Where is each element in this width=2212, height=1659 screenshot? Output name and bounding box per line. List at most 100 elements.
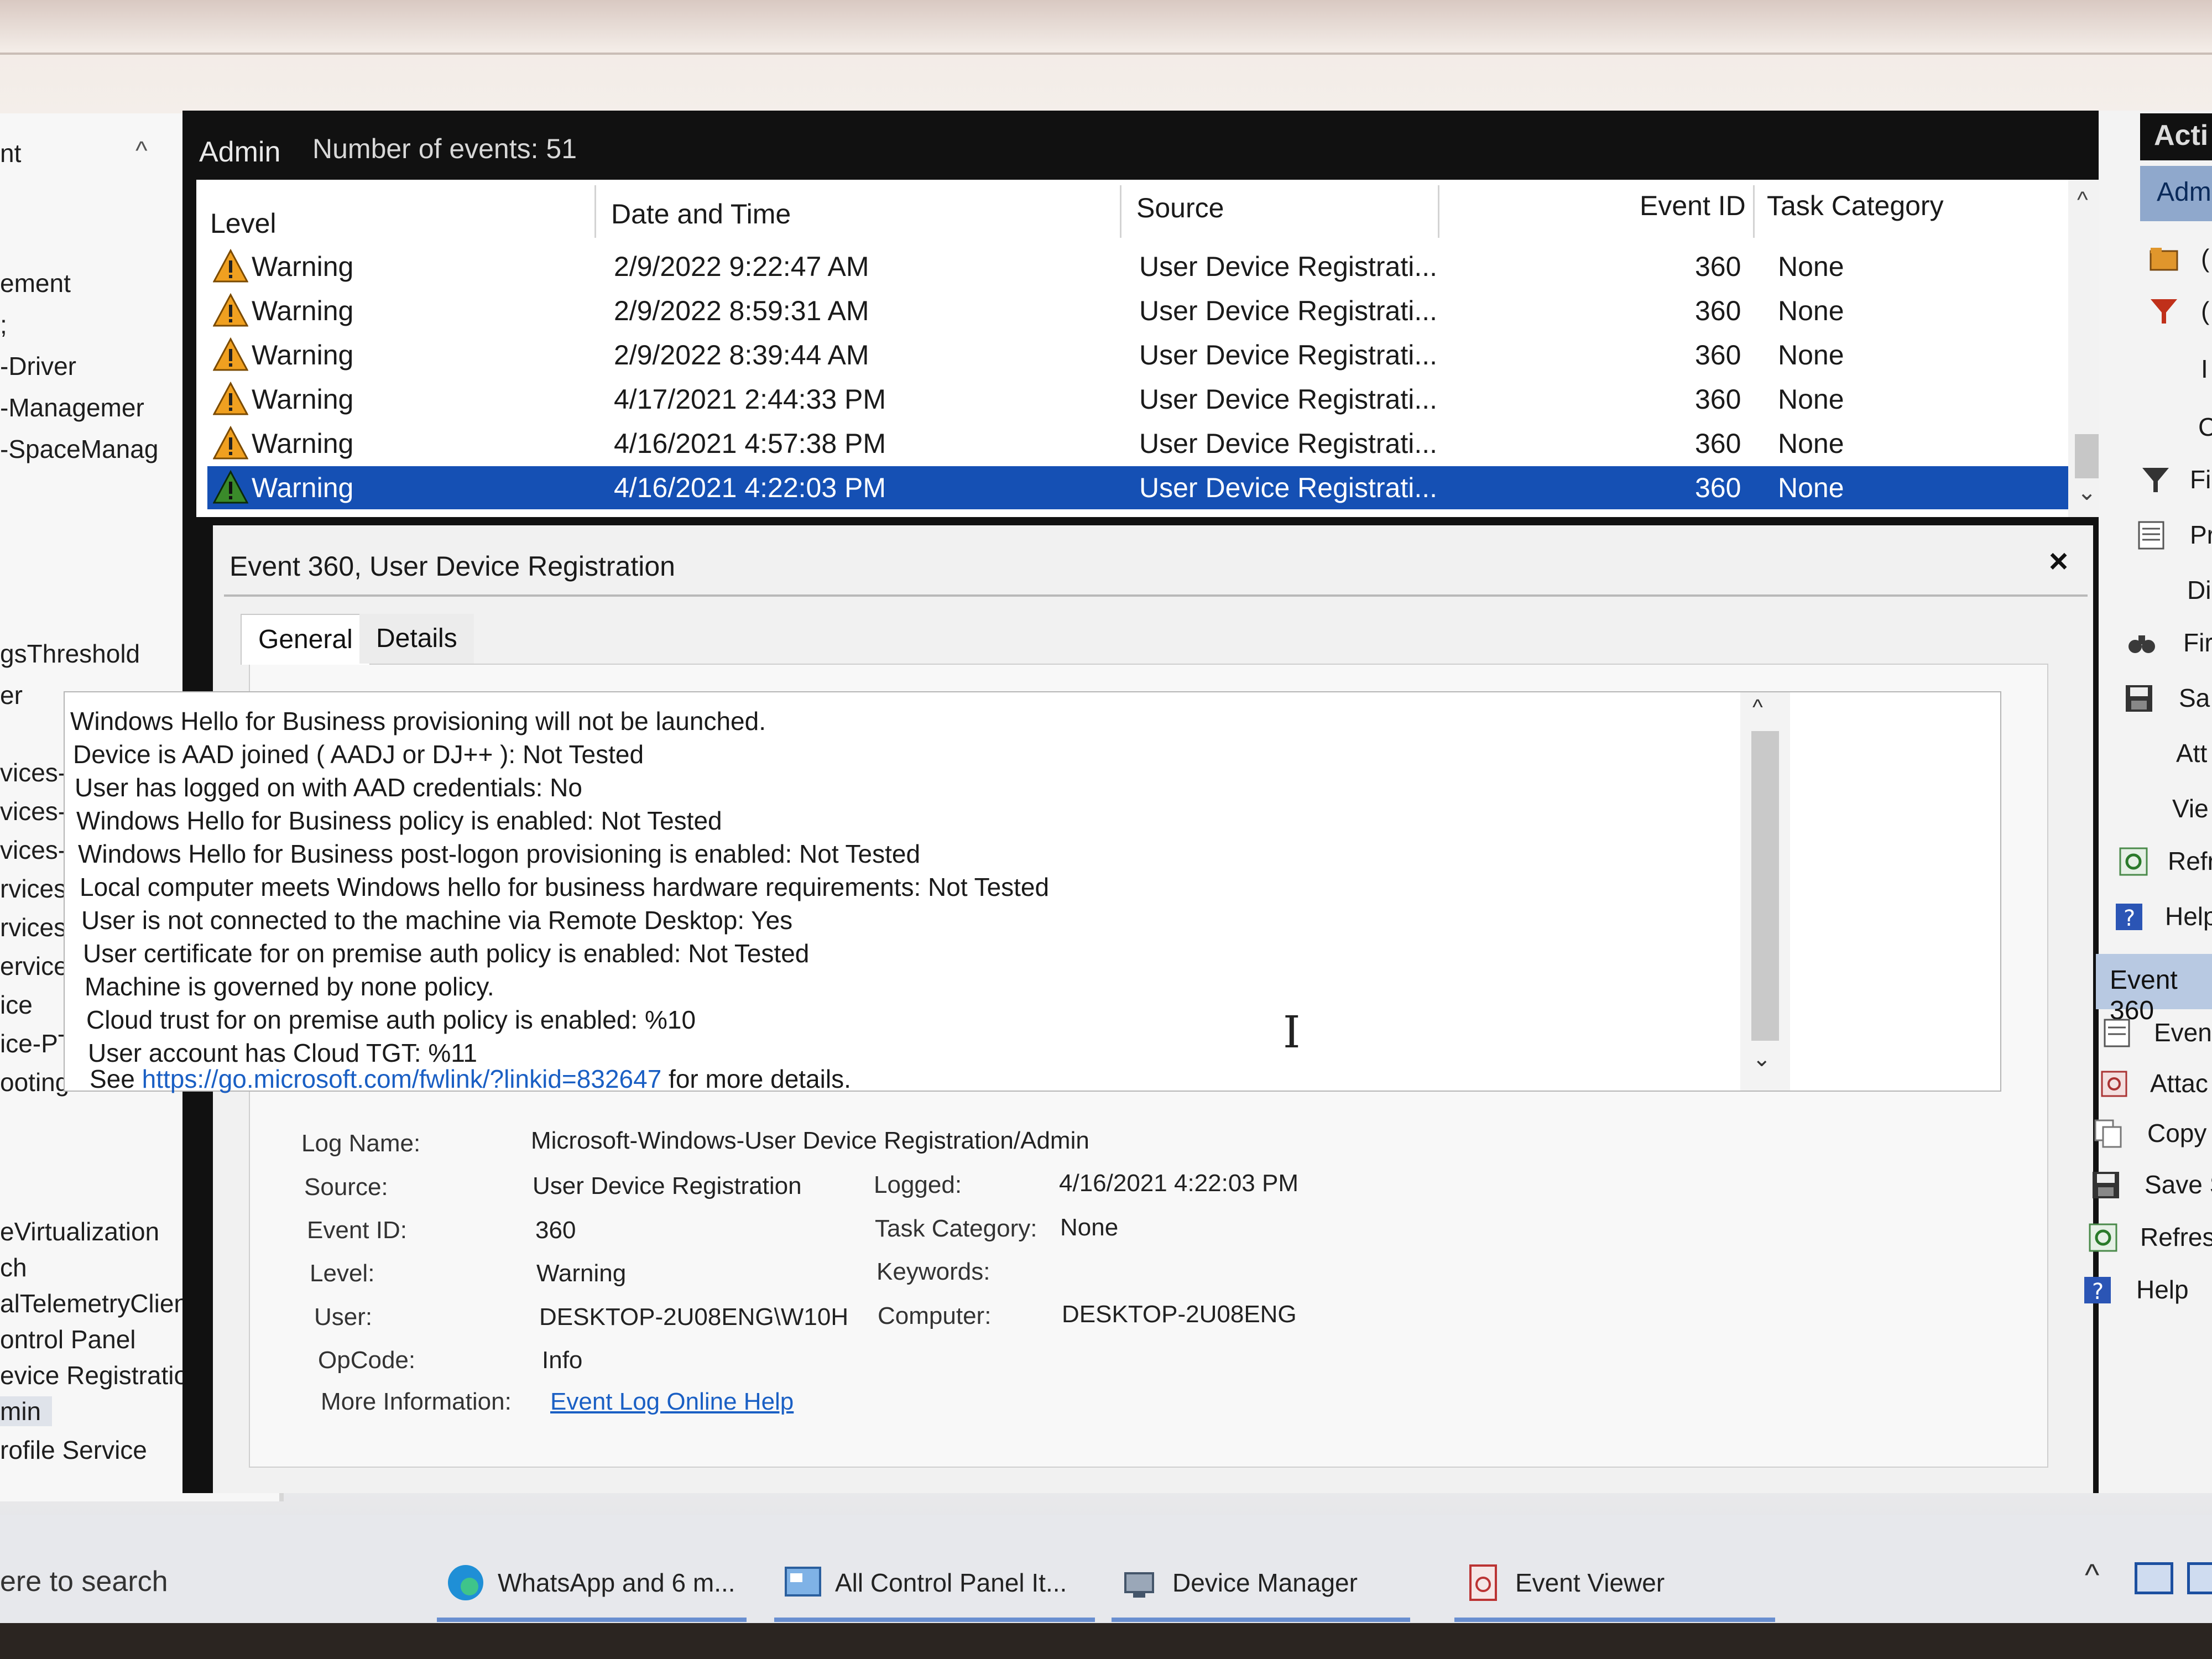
action-attach-task[interactable]: Att xyxy=(2176,738,2207,768)
chevron-down-icon[interactable]: ⌄ xyxy=(2077,478,2096,505)
column-separator[interactable] xyxy=(1120,185,1121,238)
column-header-source[interactable]: Source xyxy=(1136,192,1224,224)
description-line: Cloud trust for on premise auth policy i… xyxy=(86,1005,696,1034)
tree-item[interactable]: -Driver xyxy=(0,351,76,381)
tree-item-selected[interactable]: min xyxy=(0,1396,53,1426)
column-separator[interactable] xyxy=(1438,185,1439,238)
close-icon[interactable]: × xyxy=(2049,542,2068,580)
tab-details[interactable]: Details xyxy=(359,614,474,664)
cell-task: None xyxy=(1778,340,1844,371)
tree-item[interactable]: evice Registration xyxy=(0,1360,202,1390)
chevron-up-icon[interactable]: ^ xyxy=(1752,695,1763,720)
action-event-properties[interactable]: Even xyxy=(2154,1018,2212,1047)
taskbar-app-edge[interactable]: WhatsApp and 6 m... xyxy=(437,1548,747,1620)
tree-item[interactable]: ice xyxy=(0,990,33,1020)
tree-item[interactable]: eVirtualization xyxy=(0,1217,159,1246)
column-header-event-id[interactable]: Event ID xyxy=(1640,190,1746,222)
tree-item[interactable]: rofile Service xyxy=(0,1435,147,1465)
fwlink-link[interactable]: https://go.microsoft.com/fwlink/?linkid=… xyxy=(142,1065,662,1093)
tree-item[interactable]: ontrol Panel xyxy=(0,1324,136,1354)
svg-text:?: ? xyxy=(2124,906,2135,931)
description-scrollbar[interactable]: ^ ⌄ xyxy=(1740,692,1790,1091)
action-properties[interactable]: Pr xyxy=(2190,520,2212,550)
tree-item[interactable]: ement xyxy=(0,268,71,298)
taskbar-app-control-panel[interactable]: All Control Panel It... xyxy=(774,1548,1095,1620)
action-help[interactable]: Help xyxy=(2165,901,2212,931)
action-disable-log[interactable]: Di xyxy=(2187,575,2211,605)
action-filter-current-log[interactable]: Fi xyxy=(2190,465,2211,494)
column-header-date[interactable]: Date and Time xyxy=(611,198,791,230)
cell-datetime: 2/9/2022 8:59:31 AM xyxy=(614,295,869,326)
action-event-refresh[interactable]: Refres xyxy=(2140,1222,2212,1252)
column-separator[interactable] xyxy=(1753,185,1755,238)
help-icon: ? xyxy=(2084,1277,2111,1305)
event-row[interactable]: Warning 4/17/2021 2:44:33 PM User Device… xyxy=(207,378,2071,421)
action-import-custom-view[interactable]: I xyxy=(2201,354,2208,384)
cell-source: User Device Registrati... xyxy=(1139,251,1438,282)
warning-icon xyxy=(213,337,248,371)
action-event-help[interactable]: Help xyxy=(2136,1275,2189,1305)
action-find[interactable]: Fir xyxy=(2183,628,2212,658)
network-icon[interactable] xyxy=(2135,1562,2173,1594)
tree-item[interactable]: ch xyxy=(0,1253,27,1282)
tree-item[interactable]: nt xyxy=(0,138,21,168)
warning-icon xyxy=(213,248,248,283)
tree-item[interactable]: -Managemer xyxy=(0,393,144,422)
column-header-level[interactable]: Level xyxy=(210,207,276,239)
warning-icon xyxy=(213,425,248,460)
tree-item[interactable]: ; xyxy=(0,310,7,340)
action-save-all-events[interactable]: Sa xyxy=(2179,683,2210,713)
taskbar-search[interactable]: ere to search xyxy=(0,1565,168,1598)
taskbar-active-indicator xyxy=(1112,1618,1410,1622)
action-copy[interactable]: Copy xyxy=(2147,1118,2206,1148)
cell-source: User Device Registrati... xyxy=(1139,295,1438,326)
tab-general[interactable]: General xyxy=(241,614,371,665)
tray-app-icon[interactable] xyxy=(2187,1562,2212,1594)
description-line: Windows Hello for Business post-logon pr… xyxy=(78,839,921,868)
action-view[interactable]: Vie xyxy=(2172,794,2209,823)
cell-level: Warning xyxy=(252,384,354,415)
cell-event-id: 360 xyxy=(1695,428,1741,459)
event-log-online-help-link[interactable]: Event Log Online Help xyxy=(550,1388,794,1416)
action-save-selected-events[interactable]: Save S xyxy=(2145,1170,2212,1199)
event-row[interactable]: Warning 2/9/2022 8:39:44 AM User Device … xyxy=(207,333,2071,377)
refresh-icon xyxy=(2119,847,2148,876)
chevron-down-icon[interactable]: ⌄ xyxy=(1752,1046,1771,1072)
cell-level: Warning xyxy=(252,295,354,326)
event-row[interactable]: Warning 2/9/2022 9:22:47 AM User Device … xyxy=(207,245,2071,288)
grid-scrollbar-thumb[interactable] xyxy=(2075,434,2101,478)
column-separator[interactable] xyxy=(594,185,596,238)
action-refresh[interactable]: Refr xyxy=(2168,846,2212,876)
text-cursor-icon: I xyxy=(1283,1006,1301,1058)
action-create-custom-view[interactable]: ( xyxy=(2201,296,2209,326)
filter-icon xyxy=(2142,468,2169,492)
binoculars-icon xyxy=(2128,635,2155,653)
tree-item[interactable]: er xyxy=(0,680,23,710)
description-scrollbar-thumb[interactable] xyxy=(1751,731,1779,1041)
event-description[interactable]: Windows Hello for Business provisioning … xyxy=(64,691,2001,1093)
show-hidden-icons-icon[interactable]: ^ xyxy=(2085,1557,2099,1593)
event-row-selected[interactable]: Warning 4/16/2021 4:22:03 PM User Device… xyxy=(207,466,2071,509)
cell-task: None xyxy=(1778,251,1844,282)
cell-level: Warning xyxy=(252,428,354,459)
column-header-task-category[interactable]: Task Category xyxy=(1767,190,1944,222)
taskbar-app-device-manager[interactable]: Device Manager xyxy=(1112,1548,1410,1620)
more-info-label: More Information: xyxy=(321,1388,512,1415)
cell-source: User Device Registrati... xyxy=(1139,384,1438,415)
tree-scroll-up-icon[interactable]: ^ xyxy=(135,135,148,165)
action-clear-log[interactable]: C xyxy=(2198,412,2212,442)
taskbar-app-label: WhatsApp and 6 m... xyxy=(498,1568,735,1597)
tree-item[interactable]: -SpaceManag xyxy=(0,434,158,464)
event-row[interactable]: Warning 4/16/2021 4:57:38 PM User Device… xyxy=(207,422,2071,465)
action-open-saved-log[interactable]: ( xyxy=(2201,243,2209,273)
event-row[interactable]: Warning 2/9/2022 8:59:31 AM User Device … xyxy=(207,289,2071,332)
action-attach-task-to-event[interactable]: Attac xyxy=(2150,1068,2208,1098)
device-manager-icon xyxy=(1124,1572,1154,1598)
cell-event-id: 360 xyxy=(1695,295,1741,326)
tree-item[interactable]: gsThreshold xyxy=(0,639,140,669)
events-grid[interactable]: Level Date and Time Source Event ID Task… xyxy=(196,180,2110,517)
chevron-up-icon[interactable]: ^ xyxy=(2077,186,2088,213)
tree-item[interactable]: alTelemetryClient xyxy=(0,1288,195,1318)
taskbar-app-event-viewer[interactable]: Event Viewer xyxy=(1454,1548,1775,1620)
warning-icon xyxy=(213,293,248,327)
